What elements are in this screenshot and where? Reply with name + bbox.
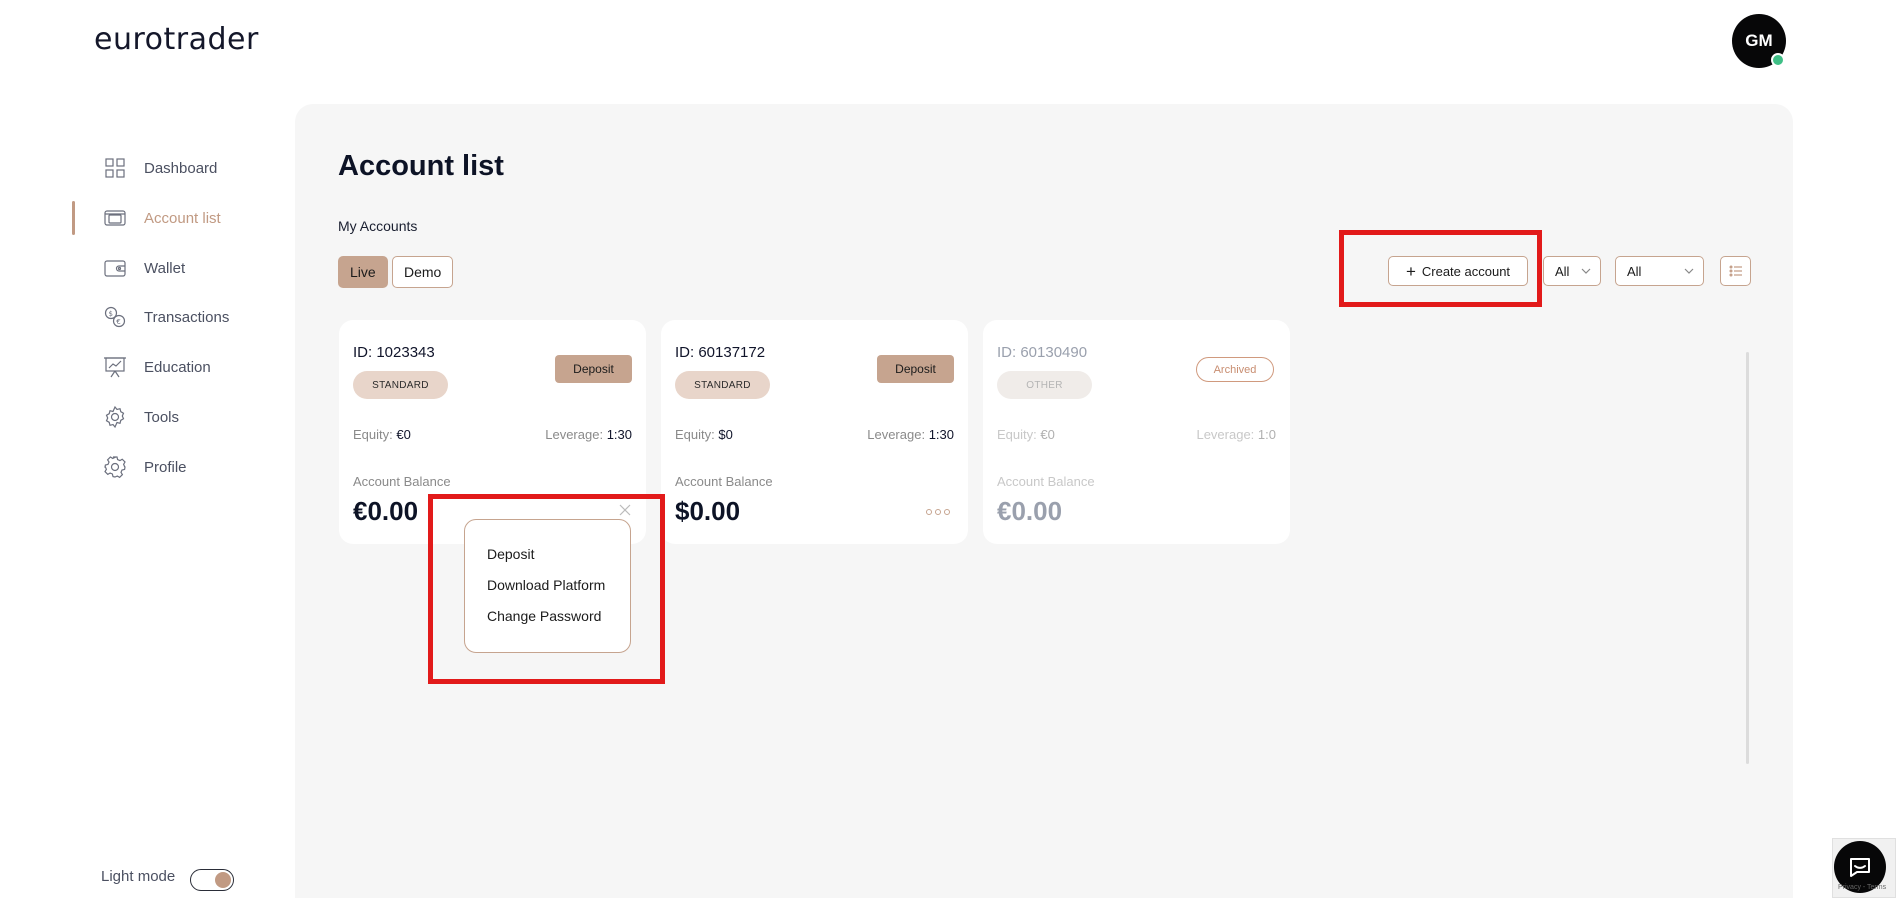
account-id: ID: 60137172 xyxy=(675,344,766,361)
gear-cog-icon xyxy=(102,404,128,430)
equity-field: Equity: €0 xyxy=(997,427,1055,442)
sidebar-item-wallet[interactable]: Wallet xyxy=(72,251,272,285)
leverage-label: Leverage: xyxy=(545,427,604,442)
archived-badge: Archived xyxy=(1196,357,1274,382)
sidebar-item-label: Wallet xyxy=(144,259,186,277)
equity-label: Equity: xyxy=(353,427,393,442)
equity-value: €0 xyxy=(1040,427,1055,442)
filter-select-1[interactable]: All xyxy=(1543,256,1601,286)
account-type-badge: STANDARD xyxy=(675,371,770,399)
chat-bubble-icon xyxy=(1850,858,1870,877)
list-view-button[interactable] xyxy=(1720,256,1751,286)
sidebar-item-label: Profile xyxy=(144,458,187,476)
chat-legal-text[interactable]: Privacy - Terms xyxy=(1838,884,1886,891)
account-card-archived: ID: 60130490 OTHER Archived Equity: €0 L… xyxy=(983,320,1290,544)
svg-text:€: € xyxy=(116,318,120,326)
sidebar-item-profile[interactable]: Profile xyxy=(72,450,272,484)
highlight-box-create-account xyxy=(1339,230,1542,307)
deposit-button[interactable]: Deposit xyxy=(877,355,954,383)
sidebar-item-transactions[interactable]: $ € Transactions xyxy=(72,300,272,334)
svg-text:$: $ xyxy=(109,310,113,318)
balance-label: Account Balance xyxy=(353,474,451,489)
account-id: ID: 1023343 xyxy=(353,344,435,361)
more-options-icon[interactable] xyxy=(926,509,950,515)
equity-field: Equity: $0 xyxy=(675,427,733,442)
brand-logo[interactable]: eurotrader xyxy=(94,22,259,57)
equity-field: Equity: €0 xyxy=(353,427,411,442)
settings-gear-icon xyxy=(102,454,128,480)
sidebar-item-label: Dashboard xyxy=(144,159,218,177)
light-mode-label: Light mode xyxy=(101,868,176,885)
equity-value: $0 xyxy=(718,427,733,442)
balance-label: Account Balance xyxy=(997,474,1095,489)
scrollbar[interactable] xyxy=(1746,352,1749,764)
filter-select-1-value: All xyxy=(1555,263,1570,279)
filter-select-2[interactable]: All xyxy=(1615,256,1704,286)
tab-live[interactable]: Live xyxy=(338,256,388,288)
sidebar-item-tools[interactable]: Tools xyxy=(72,400,272,434)
online-status-dot xyxy=(1771,53,1785,67)
list-view-icon xyxy=(1729,265,1742,277)
toggle-knob xyxy=(215,872,231,888)
balance-value: €0.00 xyxy=(997,496,1063,526)
sidebar-item-label: Tools xyxy=(144,408,180,426)
leverage-label: Leverage: xyxy=(867,427,926,442)
light-mode-toggle[interactable] xyxy=(190,869,234,891)
highlight-box-options-menu xyxy=(428,494,665,684)
account-id: ID: 60130490 xyxy=(997,344,1088,361)
wallet-icon xyxy=(102,255,128,281)
deposit-button[interactable]: Deposit xyxy=(555,355,632,383)
account-type-badge: STANDARD xyxy=(353,371,448,399)
leverage-value: 1:30 xyxy=(928,427,954,442)
grid-icon xyxy=(102,155,128,181)
chevron-down-icon xyxy=(1581,268,1591,274)
wallet-card-icon xyxy=(102,205,128,231)
filter-select-2-value: All xyxy=(1627,263,1642,279)
section-subtitle: My Accounts xyxy=(338,218,418,234)
presentation-board-icon xyxy=(102,354,128,380)
chevron-down-icon xyxy=(1684,268,1694,274)
currency-exchange-icon: $ € xyxy=(102,304,128,330)
leverage-value: 1:30 xyxy=(606,427,632,442)
sidebar-item-label: Education xyxy=(144,358,211,376)
balance-value: €0.00 xyxy=(353,496,419,526)
balance-value: $0.00 xyxy=(675,496,741,526)
sidebar-item-education[interactable]: Education xyxy=(72,350,272,384)
account-type-badge: OTHER xyxy=(997,371,1092,399)
sidebar-item-dashboard[interactable]: Dashboard xyxy=(72,151,272,185)
balance-label: Account Balance xyxy=(675,474,773,489)
account-card: ID: 60137172 STANDARD Deposit Equity: $0… xyxy=(661,320,968,544)
page-title: Account list xyxy=(338,150,504,182)
sidebar-item-account-list[interactable]: Account list xyxy=(72,201,272,235)
equity-value: €0 xyxy=(396,427,411,442)
equity-label: Equity: xyxy=(675,427,715,442)
tab-demo[interactable]: Demo xyxy=(392,256,454,288)
sidebar-item-label: Account list xyxy=(144,209,221,227)
leverage-field: Leverage: 1:0 xyxy=(1196,427,1276,442)
leverage-label: Leverage: xyxy=(1196,427,1255,442)
sidebar-item-label: Transactions xyxy=(144,308,230,326)
leverage-field: Leverage: 1:30 xyxy=(867,427,954,442)
leverage-field: Leverage: 1:30 xyxy=(545,427,632,442)
leverage-value: 1:0 xyxy=(1257,427,1276,442)
equity-label: Equity: xyxy=(997,427,1037,442)
